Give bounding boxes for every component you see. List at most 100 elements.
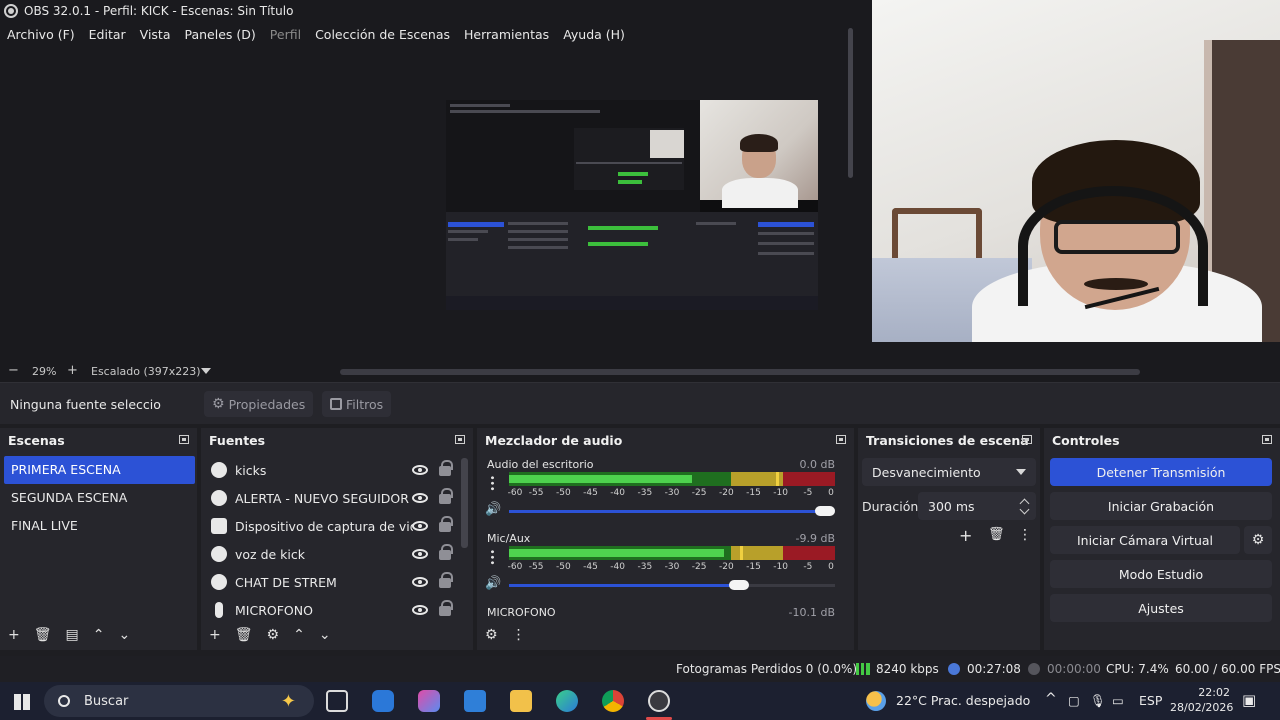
mini-line (576, 162, 682, 164)
volume-slider[interactable] (509, 580, 835, 590)
menu-editar[interactable]: Editar (89, 27, 126, 42)
properties-button[interactable]: ⚙ Propiedades (204, 391, 314, 417)
store-icon[interactable] (464, 690, 486, 712)
filters-button[interactable]: Filtros (322, 391, 392, 417)
network-icon[interactable]: ▭ (1112, 693, 1124, 708)
settings-button[interactable]: Ajustes (1050, 594, 1272, 622)
volume-knob[interactable] (815, 506, 835, 516)
menu-perfil[interactable]: Perfil (270, 27, 301, 42)
scene-item-segunda-escena[interactable]: SEGUNDA ESCENA (4, 484, 195, 512)
zoom-in-button[interactable]: + (67, 363, 78, 378)
source-item-kicks[interactable]: kicks (209, 456, 461, 484)
undock-icon[interactable] (179, 435, 189, 444)
speaker-icon[interactable]: 🔊 (485, 576, 503, 592)
meter-tick-label: -55 (528, 488, 544, 498)
preview-canvas[interactable] (446, 100, 818, 310)
speaker-icon[interactable]: 🔊 (485, 502, 503, 518)
remove-scene-icon[interactable]: 🗑 (34, 627, 52, 643)
outlook-icon[interactable] (372, 690, 394, 712)
undock-icon[interactable] (1262, 435, 1272, 444)
source-item-microfono[interactable]: MICROFONO (209, 596, 461, 624)
source-item-captura-video[interactable]: Dispositivo de captura de video (209, 512, 461, 540)
menu-archivo[interactable]: Archivo (F) (7, 27, 75, 42)
duration-spinbox[interactable]: 300 ms (918, 492, 1036, 520)
undock-icon[interactable] (1022, 435, 1032, 444)
source-item-voz-de-kick[interactable]: voz de kick (209, 540, 461, 568)
undock-icon[interactable] (836, 435, 846, 444)
remove-source-icon[interactable]: 🗑 (235, 627, 253, 643)
eye-icon[interactable] (412, 465, 428, 475)
lock-icon[interactable] (439, 460, 453, 476)
eye-icon[interactable] (412, 521, 428, 531)
taskbar-search[interactable]: Buscar ✦ (44, 685, 314, 717)
move-up-icon[interactable]: ⌃ (293, 627, 305, 643)
move-down-icon[interactable]: ⌄ (319, 627, 331, 643)
lock-icon[interactable] (439, 600, 453, 616)
advanced-audio-icon[interactable]: ⚙ (485, 627, 498, 643)
lock-icon[interactable] (439, 572, 453, 588)
menu-vista[interactable]: Vista (140, 27, 171, 42)
clock[interactable]: 22:02 28/02/2026 (1170, 685, 1233, 715)
weather-text[interactable]: 22°C Prac. despejado (896, 693, 1030, 708)
edge-icon[interactable] (556, 690, 578, 712)
menu-ayuda[interactable]: Ayuda (H) (563, 27, 625, 42)
chrome-icon[interactable] (602, 690, 624, 712)
studio-mode-button[interactable]: Modo Estudio (1050, 560, 1272, 588)
lock-icon[interactable] (439, 516, 453, 532)
chevron-up-icon[interactable]: ^ (1045, 691, 1057, 707)
add-scene-icon[interactable]: + (8, 627, 20, 643)
menu-coleccion-escenas[interactable]: Colección de Escenas (315, 27, 450, 42)
stop-stream-button[interactable]: Detener Transmisión (1050, 458, 1272, 486)
source-item-chat[interactable]: CHAT DE STREM (209, 568, 461, 596)
eye-icon[interactable] (412, 493, 428, 503)
channel-menu-icon[interactable] (491, 549, 494, 565)
notifications-icon[interactable]: ▣ (1242, 691, 1256, 709)
lock-icon[interactable] (439, 488, 453, 504)
scene-item-primera-escena[interactable]: PRIMERA ESCENA (4, 456, 195, 484)
scene-item-final-live[interactable]: FINAL LIVE (4, 512, 195, 540)
menu-herramientas[interactable]: Herramientas (464, 27, 549, 42)
language-indicator[interactable]: ESP (1139, 693, 1162, 708)
move-up-icon[interactable]: ⌃ (93, 627, 105, 643)
eye-icon[interactable] (412, 605, 428, 615)
obs-taskbar-icon[interactable] (648, 690, 670, 712)
microphone-icon[interactable]: 🎙 (1090, 693, 1106, 709)
task-view-icon[interactable] (326, 690, 348, 712)
virtual-camera-settings-button[interactable]: ⚙ (1244, 526, 1272, 554)
mini-screen-capture (446, 100, 700, 212)
mini-meter (588, 242, 648, 246)
start-recording-button[interactable]: Iniciar Grabación (1050, 492, 1272, 520)
add-source-icon[interactable]: + (209, 627, 221, 643)
transition-menu-icon[interactable]: ⋮ (1018, 527, 1032, 543)
transitions-header: Transiciones de escena (858, 428, 1040, 452)
eye-icon[interactable] (412, 577, 428, 587)
file-explorer-icon[interactable] (510, 690, 532, 712)
move-down-icon[interactable]: ⌄ (118, 627, 130, 643)
remove-transition-icon[interactable]: 🗑 (988, 527, 1005, 542)
undock-icon[interactable] (455, 435, 465, 444)
channel-menu-icon[interactable] (491, 475, 494, 491)
zoom-out-button[interactable]: − (8, 363, 19, 378)
meet-icon[interactable]: ▢ (1068, 693, 1080, 708)
scene-filters-icon[interactable]: ▤ (66, 627, 79, 643)
preview-horizontal-scrollbar[interactable] (340, 369, 1140, 375)
sources-scrollbar[interactable] (461, 458, 468, 548)
volume-knob[interactable] (729, 580, 750, 590)
transition-select[interactable]: Desvanecimiento (862, 458, 1036, 486)
source-properties-icon[interactable]: ⚙ (267, 627, 280, 643)
eye-icon[interactable] (412, 549, 428, 559)
scaling-dropdown-icon[interactable] (201, 368, 211, 374)
windows-start-icon[interactable] (14, 694, 30, 710)
scenes-toolbar: + 🗑 ▤ ⌃ ⌄ (0, 624, 197, 646)
mixer-scrollbar[interactable] (848, 28, 853, 178)
volume-slider[interactable] (509, 506, 835, 516)
add-transition-icon[interactable]: + (959, 526, 972, 545)
lock-icon[interactable] (439, 544, 453, 560)
copilot-icon[interactable] (418, 690, 440, 712)
mixer-menu-icon[interactable]: ⋮ (512, 627, 526, 643)
chevron-down-icon[interactable] (1019, 504, 1030, 515)
weather-icon[interactable] (866, 691, 886, 711)
start-virtual-camera-button[interactable]: Iniciar Cámara Virtual (1050, 526, 1240, 554)
source-item-alerta[interactable]: ALERTA - NUEVO SEGUIDOR (209, 484, 461, 512)
menu-paneles[interactable]: Paneles (D) (185, 27, 256, 42)
